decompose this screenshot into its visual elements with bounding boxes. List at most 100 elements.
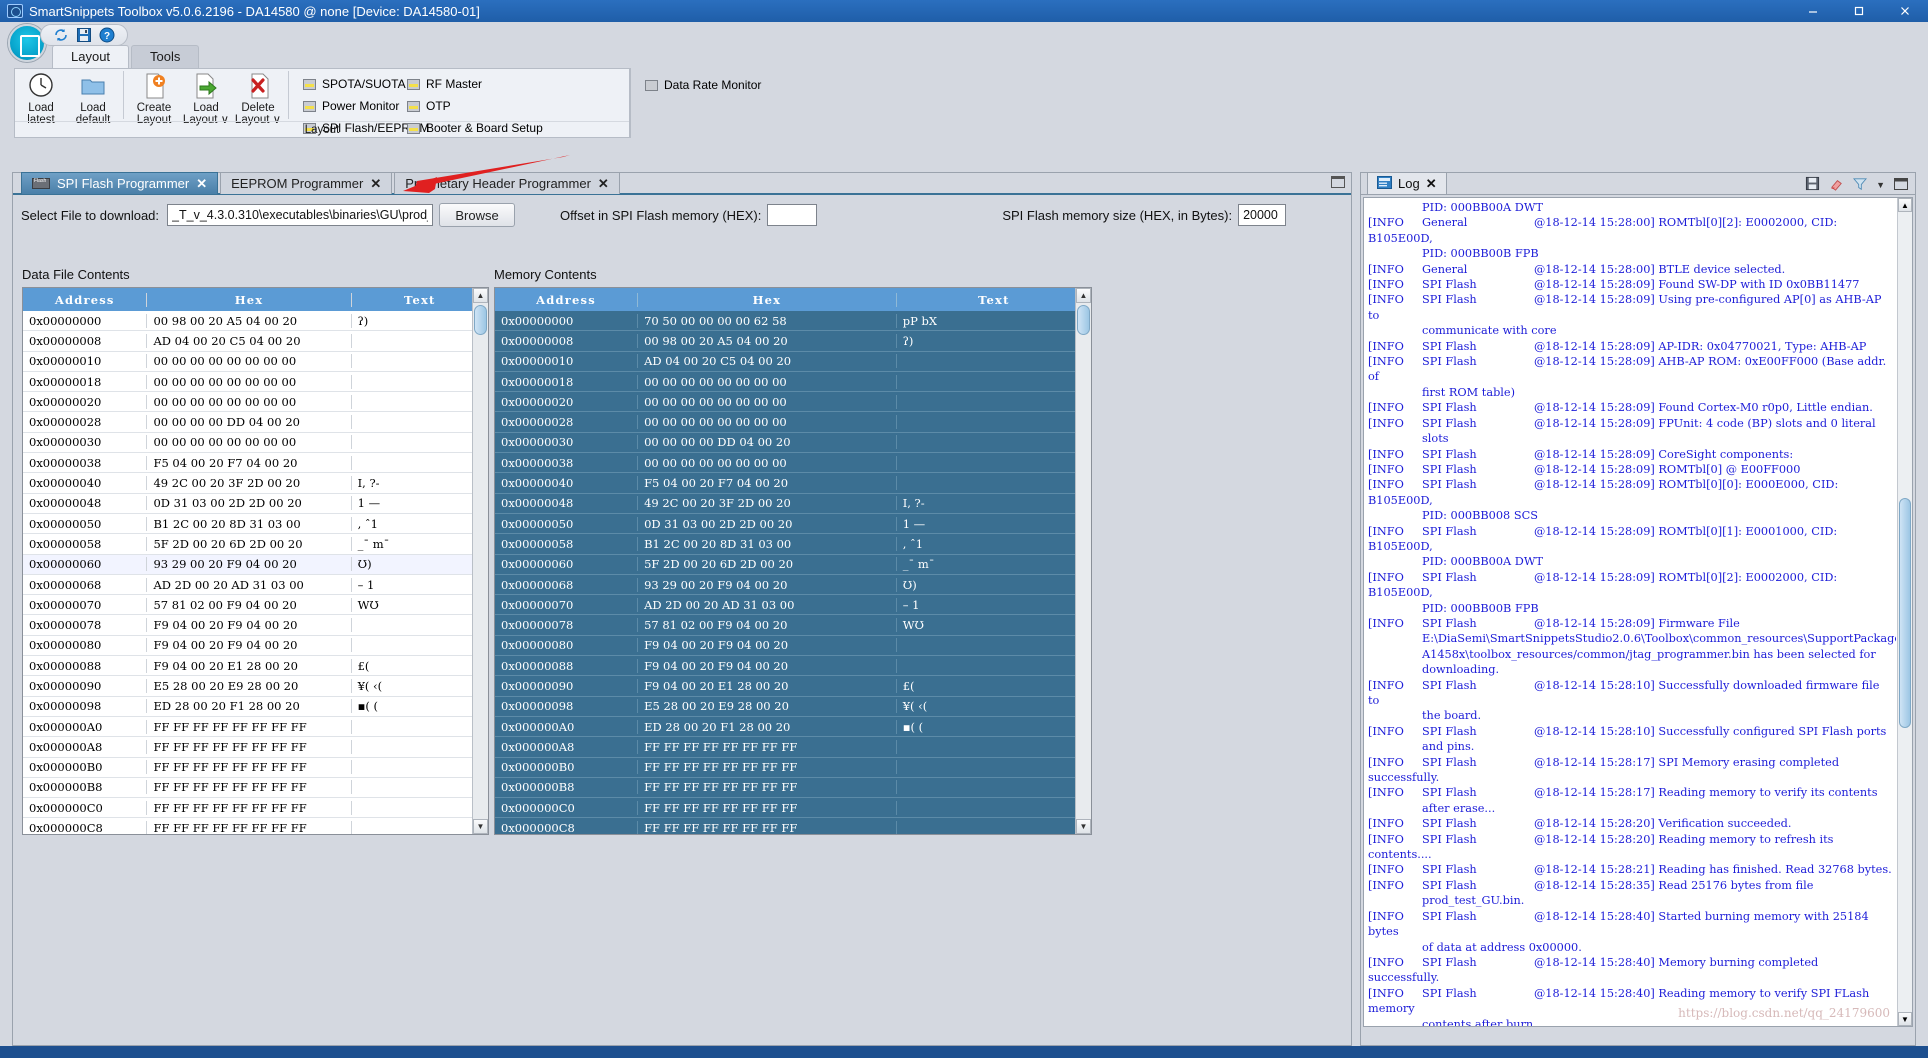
scroll-down-icon[interactable]: ▼ bbox=[1898, 1012, 1912, 1026]
table-row[interactable]: 0x00000090 E5 28 00 20 E9 28 00 20 ¥( ‹( bbox=[23, 676, 488, 697]
checkbox-spota-suota[interactable]: SPOTA/SUOTA bbox=[303, 73, 407, 95]
table-row[interactable]: 0x00000058 B1 2C 00 20 8D 31 03 00 , ˆ1 bbox=[495, 534, 1091, 555]
table-row[interactable]: 0x00000018 00 00 00 00 00 00 00 00 bbox=[495, 371, 1091, 393]
data-file-table[interactable]: Address Hex Text 0x00000000 00 98 00 20 A… bbox=[22, 287, 489, 835]
log-scrollbar[interactable]: ▲ ▼ bbox=[1897, 198, 1912, 1026]
panel-maximize-icon[interactable] bbox=[1331, 176, 1345, 188]
scroll-up-icon[interactable]: ▲ bbox=[1898, 198, 1912, 212]
table-row[interactable]: 0x000000C8 FF FF FF FF FF FF FF FF bbox=[23, 818, 488, 834]
table-row[interactable]: 0x00000018 00 00 00 00 00 00 00 00 bbox=[23, 372, 488, 393]
table-row[interactable]: 0x00000048 49 2C 00 20 3F 2D 00 20 I, ?- bbox=[495, 493, 1091, 514]
table-row[interactable]: 0x000000A0 ED 28 00 20 F1 28 00 20 ▪( ( bbox=[495, 716, 1091, 738]
scroll-down-icon[interactable]: ▼ bbox=[1076, 819, 1091, 834]
tab-close-icon[interactable]: ✕ bbox=[598, 176, 609, 192]
table-row[interactable]: 0x00000050 0D 31 03 00 2D 2D 00 20 1 — bbox=[495, 513, 1091, 535]
checkbox-otp[interactable]: OTP bbox=[407, 95, 562, 117]
table-row[interactable]: 0x000000B0 FF FF FF FF FF FF FF FF bbox=[23, 758, 488, 778]
load-latest-button[interactable]: Load latest bbox=[15, 69, 67, 126]
table-row[interactable]: 0x00000080 F9 04 00 20 F9 04 00 20 bbox=[495, 635, 1091, 657]
table-row[interactable]: 0x00000098 E5 28 00 20 E9 28 00 20 ¥( ‹( bbox=[495, 696, 1091, 717]
refresh-icon[interactable] bbox=[53, 27, 69, 43]
table-row[interactable]: 0x000000C0 FF FF FF FF FF FF FF FF bbox=[495, 798, 1091, 819]
help-icon[interactable]: ? bbox=[99, 27, 115, 43]
table-row[interactable]: 0x00000008 AD 04 00 20 C5 04 00 20 bbox=[23, 331, 488, 352]
tab-close-icon[interactable]: ✕ bbox=[370, 176, 381, 192]
checkbox-data-rate-monitor[interactable]: Data Rate Monitor bbox=[645, 78, 761, 92]
table-row[interactable]: 0x00000098 ED 28 00 20 F1 28 00 20 ▪( ( bbox=[23, 697, 488, 717]
load-layout-button[interactable]: Load Layout ∨ bbox=[180, 69, 232, 126]
checkbox-rf-master[interactable]: RF Master bbox=[407, 73, 562, 95]
table-row[interactable]: 0x00000020 00 00 00 00 00 00 00 00 bbox=[495, 392, 1091, 413]
scroll-up-icon[interactable]: ▲ bbox=[1076, 288, 1091, 303]
maximize-icon[interactable] bbox=[1894, 177, 1908, 193]
table-row[interactable]: 0x00000078 57 81 02 00 F9 04 00 20 WƱ bbox=[495, 615, 1091, 636]
table-row[interactable]: 0x00000030 00 00 00 00 00 00 00 00 bbox=[23, 433, 488, 454]
table-row[interactable]: 0x00000070 AD 2D 00 20 AD 31 03 00 – 1 bbox=[495, 595, 1091, 616]
table-row[interactable]: 0x000000B0 FF FF FF FF FF FF FF FF bbox=[495, 757, 1091, 778]
table-row[interactable]: 0x00000080 F9 04 00 20 F9 04 00 20 bbox=[23, 636, 488, 657]
table-row[interactable]: 0x00000088 F9 04 00 20 E1 28 00 20 £( bbox=[23, 656, 488, 677]
maximize-button[interactable] bbox=[1836, 0, 1882, 22]
table-row[interactable]: 0x00000048 0D 31 03 00 2D 2D 00 20 1 — bbox=[23, 494, 488, 514]
offset-input[interactable] bbox=[767, 204, 818, 226]
tab-eeprom-programmer[interactable]: EEPROM Programmer ✕ bbox=[220, 172, 393, 194]
table-row[interactable]: 0x00000040 F5 04 00 20 F7 04 00 20 bbox=[495, 473, 1091, 494]
table-row[interactable]: 0x00000038 00 00 00 00 00 00 00 00 bbox=[495, 453, 1091, 474]
table-row[interactable]: 0x00000038 F5 04 00 20 F7 04 00 20 bbox=[23, 453, 488, 474]
filter-icon[interactable] bbox=[1853, 177, 1868, 194]
table-row[interactable]: 0x00000008 00 98 00 20 A5 04 00 20 ʔ) bbox=[495, 331, 1091, 352]
table-row[interactable]: 0x00000010 AD 04 00 20 C5 04 00 20 bbox=[495, 351, 1091, 372]
browse-button[interactable]: Browse bbox=[439, 203, 516, 227]
table-row[interactable]: 0x000000A8 FF FF FF FF FF FF FF FF bbox=[23, 737, 488, 758]
close-button[interactable] bbox=[1882, 0, 1928, 22]
table-row[interactable]: 0x00000078 F9 04 00 20 F9 04 00 20 bbox=[23, 615, 488, 636]
memory-table[interactable]: Address Hex Text 0x00000000 70 50 00 00 0… bbox=[494, 287, 1092, 835]
log-tab-close-icon[interactable]: ✕ bbox=[1426, 176, 1437, 192]
ribbon-tab-layout[interactable]: Layout bbox=[52, 45, 130, 68]
table-row[interactable]: 0x000000A8 FF FF FF FF FF FF FF FF bbox=[495, 737, 1091, 758]
scroll-thumb[interactable] bbox=[474, 305, 487, 335]
table-row[interactable]: 0x00000020 00 00 00 00 00 00 00 00 bbox=[23, 392, 488, 413]
scroll-thumb[interactable] bbox=[1899, 498, 1911, 728]
table-row[interactable]: 0x00000060 5F 2D 00 20 6D 2D 00 20 _¯ m¯ bbox=[495, 554, 1091, 575]
scroll-thumb[interactable] bbox=[1077, 305, 1090, 335]
save-icon[interactable] bbox=[1805, 176, 1820, 194]
chevron-down-icon[interactable]: ▼ bbox=[1876, 180, 1885, 190]
log-output[interactable]: PID: 000BB00A DWT [INFO General @18-12-14 1… bbox=[1363, 197, 1913, 1027]
checkbox-power-monitor[interactable]: Power Monitor bbox=[303, 95, 407, 117]
scroll-up-icon[interactable]: ▲ bbox=[473, 288, 488, 303]
create-layout-button[interactable]: Create Layout bbox=[128, 69, 180, 126]
ribbon-tab-tools[interactable]: Tools bbox=[131, 45, 200, 68]
table-row[interactable]: 0x00000058 5F 2D 00 20 6D 2D 00 20 _¯ m¯ bbox=[23, 534, 488, 555]
table-row[interactable]: 0x00000060 93 29 00 20 F9 04 00 20 Ʊ) bbox=[23, 554, 488, 575]
table-row[interactable]: 0x00000010 00 00 00 00 00 00 00 00 bbox=[23, 352, 488, 372]
table-row[interactable]: 0x00000088 F9 04 00 20 F9 04 00 20 bbox=[495, 656, 1091, 677]
table-row[interactable]: 0x000000C8 FF FF FF FF FF FF FF FF bbox=[495, 818, 1091, 834]
table-row[interactable]: 0x000000B8 FF FF FF FF FF FF FF FF bbox=[495, 777, 1091, 799]
table-row[interactable]: 0x00000028 00 00 00 00 DD 04 00 20 bbox=[23, 412, 488, 433]
table-row[interactable]: 0x00000000 70 50 00 00 00 00 62 58 pP bX bbox=[495, 311, 1091, 332]
table-row[interactable]: 0x000000C0 FF FF FF FF FF FF FF FF bbox=[23, 798, 488, 819]
flash-size-input[interactable] bbox=[1238, 204, 1287, 226]
tab-close-icon[interactable]: ✕ bbox=[196, 176, 207, 192]
clear-icon[interactable] bbox=[1829, 176, 1844, 194]
delete-layout-button[interactable]: Delete Layout ∨ bbox=[232, 69, 284, 126]
data-file-scrollbar[interactable]: ▲ ▼ bbox=[472, 288, 488, 834]
table-row[interactable]: 0x000000B8 FF FF FF FF FF FF FF FF bbox=[23, 778, 488, 799]
table-row[interactable]: 0x00000040 49 2C 00 20 3F 2D 00 20 I, ?- bbox=[23, 473, 488, 494]
table-row[interactable]: 0x00000070 57 81 02 00 F9 04 00 20 WƱ bbox=[23, 595, 488, 616]
tab-log[interactable]: Log ✕ bbox=[1367, 172, 1447, 194]
minimize-button[interactable] bbox=[1790, 0, 1836, 22]
table-row[interactable]: 0x00000028 00 00 00 00 00 00 00 00 bbox=[495, 412, 1091, 433]
save-icon[interactable] bbox=[76, 27, 92, 43]
table-row[interactable]: 0x00000030 00 00 00 00 DD 04 00 20 bbox=[495, 432, 1091, 454]
tab-proprietary-header-programmer[interactable]: Proprietary Header Programmer ✕ bbox=[394, 172, 620, 194]
table-row[interactable]: 0x00000068 AD 2D 00 20 AD 31 03 00 – 1 bbox=[23, 575, 488, 596]
scroll-down-icon[interactable]: ▼ bbox=[473, 819, 488, 834]
table-row[interactable]: 0x00000090 F9 04 00 20 E1 28 00 20 £( bbox=[495, 676, 1091, 697]
table-row[interactable]: 0x00000068 93 29 00 20 F9 04 00 20 Ʊ) bbox=[495, 574, 1091, 596]
table-row[interactable]: 0x000000A0 FF FF FF FF FF FF FF FF bbox=[23, 717, 488, 738]
memory-scrollbar[interactable]: ▲ ▼ bbox=[1075, 288, 1091, 834]
table-row[interactable]: 0x00000050 B1 2C 00 20 8D 31 03 00 , ˆ1 bbox=[23, 514, 488, 535]
load-default-button[interactable]: Load default bbox=[67, 69, 119, 126]
